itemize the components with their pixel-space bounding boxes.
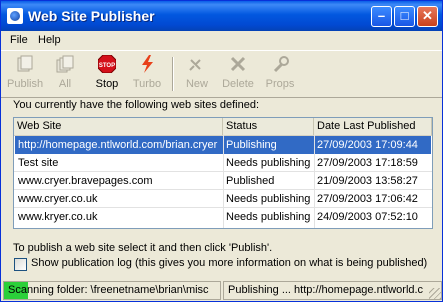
grid-line	[14, 189, 432, 190]
list-header: Web Site Status Date Last Published	[14, 118, 432, 136]
new-button[interactable]: New	[179, 54, 215, 94]
minimize-button[interactable]: –	[371, 6, 392, 27]
stop-button[interactable]: STOP Stop	[89, 54, 125, 94]
delete-label: Delete	[222, 78, 254, 90]
grid-line	[314, 135, 315, 228]
instructions-text: To publish a web site select it and then…	[13, 242, 273, 254]
new-page-icon	[189, 59, 201, 71]
all-label: All	[58, 78, 72, 90]
delete-button[interactable]: Delete	[220, 54, 256, 94]
resize-grip[interactable]	[429, 288, 441, 300]
websites-list[interactable]: Web Site Status Date Last Published http…	[13, 117, 433, 229]
close-button[interactable]: ✕	[417, 6, 438, 27]
props-button[interactable]: Props	[262, 54, 298, 94]
cell-date: 27/09/2003 17:09:44	[317, 139, 418, 151]
status-panel-scan: Scanning folder: \freenetname\brian\misc	[3, 281, 221, 300]
title-bar[interactable]: Web Site Publisher – □ ✕	[1, 1, 442, 31]
grid-line	[14, 207, 432, 208]
props-label: Props	[265, 78, 295, 90]
cell-date: 27/09/2003 17:06:42	[317, 193, 418, 205]
cell-web-site: www.cryer.co.uk	[18, 193, 98, 205]
stop-label: Stop	[95, 78, 119, 90]
show-log-label[interactable]: Show publication log (this gives you mor…	[31, 257, 427, 269]
toolbar-separator	[172, 57, 174, 91]
cell-date: 27/09/2003 17:18:59	[317, 157, 418, 169]
cell-status: Publishing	[226, 139, 277, 151]
publish-icon	[17, 55, 33, 72]
publish-label: Publish	[7, 78, 44, 90]
column-header-status[interactable]: Status	[223, 118, 314, 135]
new-label: New	[185, 78, 208, 90]
turbo-button[interactable]: Turbo	[129, 54, 165, 94]
cell-web-site: www.kryer.co.uk	[18, 211, 98, 223]
column-header-web-site[interactable]: Web Site	[14, 118, 223, 135]
toolbar: Publish All STOP Stop Turbo New Delete P…	[1, 50, 442, 98]
status-bar: Scanning folder: \freenetname\brian\misc…	[1, 279, 442, 301]
cell-web-site: http://homepage.ntlworld.com/brian.cryer	[18, 139, 218, 151]
window-title: Web Site Publisher	[28, 8, 155, 24]
grid-line	[223, 135, 224, 228]
cell-web-site: www.cryer.bravepages.com	[18, 175, 153, 187]
cell-status: Published	[226, 175, 275, 187]
cell-web-site: Test site	[18, 157, 59, 169]
status-publish-text: Publishing ... http://homepage.ntlworld.…	[228, 284, 424, 296]
app-window: Web Site Publisher – □ ✕ File Help Publi…	[0, 0, 443, 302]
lightning-icon	[142, 55, 153, 73]
svg-text:STOP: STOP	[99, 63, 115, 69]
grid-line	[14, 171, 432, 172]
column-header-date[interactable]: Date Last Published	[314, 118, 432, 135]
publish-button[interactable]: Publish	[7, 54, 43, 94]
menu-bar: File Help	[1, 31, 442, 49]
menu-help[interactable]: Help	[38, 34, 61, 46]
maximize-button[interactable]: □	[394, 6, 415, 27]
intro-text: You currently have the following web sit…	[13, 99, 260, 111]
all-button[interactable]: All	[47, 54, 83, 94]
stop-sign-icon: STOP	[98, 55, 116, 73]
cell-status: Needs publishing	[226, 193, 311, 205]
publish-all-icon	[56, 55, 74, 73]
cell-date: 24/09/2003 07:52:10	[317, 211, 418, 223]
show-log-checkbox[interactable]	[14, 258, 27, 271]
menu-file[interactable]: File	[10, 34, 28, 46]
status-panel-publish: Publishing ... http://homepage.ntlworld.…	[223, 281, 442, 300]
app-icon[interactable]	[7, 8, 23, 24]
turbo-label: Turbo	[132, 78, 162, 90]
cell-status: Needs publishing	[226, 157, 311, 169]
wrench-icon	[273, 56, 289, 73]
delete-icon	[230, 56, 246, 72]
cell-date: 21/09/2003 13:58:27	[317, 175, 418, 187]
status-scan-text: Scanning folder: \freenetname\brian\misc	[8, 284, 209, 296]
cell-status: Needs publishing	[226, 211, 311, 223]
